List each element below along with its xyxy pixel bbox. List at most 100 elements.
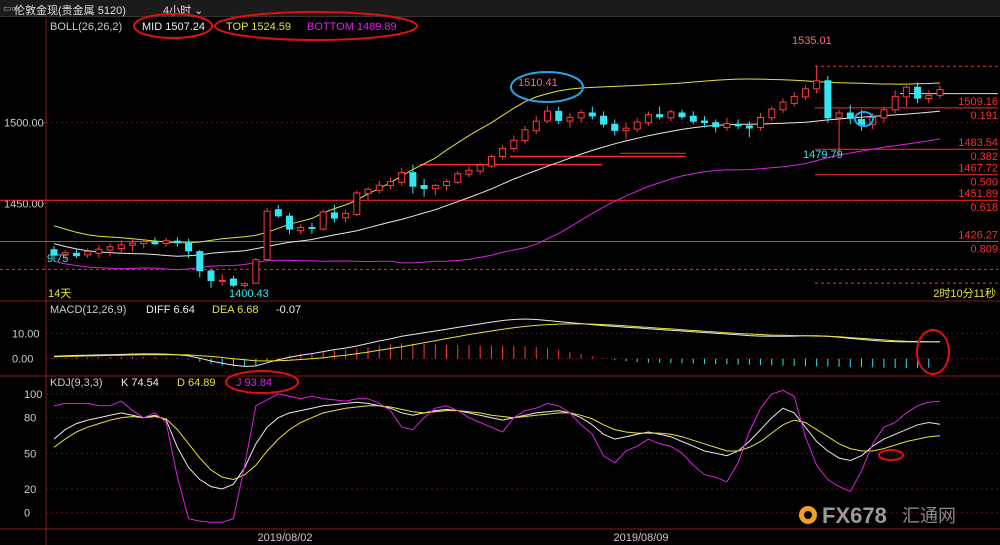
fib-ratio-label: 0.618 bbox=[970, 202, 998, 214]
kdj-j-label: J 93.84 bbox=[236, 377, 272, 389]
boll-bottom-label: BOTTOM 1489.89 bbox=[307, 21, 397, 33]
left-partial-label: 9.75 bbox=[47, 253, 68, 265]
logo-icon-core bbox=[804, 511, 812, 519]
candle bbox=[555, 110, 563, 121]
candle bbox=[801, 88, 809, 98]
candle bbox=[431, 184, 439, 190]
macd-diff-line bbox=[53, 318, 941, 367]
candle bbox=[723, 123, 731, 129]
fib-price-label: 1451.89 bbox=[958, 188, 998, 200]
y-tick-label: 1500.00 bbox=[4, 118, 44, 130]
kdj-k-line bbox=[53, 401, 941, 490]
highlight-ellipse bbox=[878, 449, 904, 461]
candle bbox=[633, 121, 641, 130]
watermark-cn-text: 汇通网 bbox=[902, 506, 956, 527]
candle bbox=[925, 94, 933, 99]
candle bbox=[712, 122, 720, 128]
countdown-label: 2时10分11秒 bbox=[933, 286, 996, 300]
candle bbox=[656, 114, 664, 118]
candle bbox=[151, 241, 159, 245]
candle bbox=[914, 86, 922, 99]
candle bbox=[420, 185, 428, 189]
candle bbox=[891, 95, 899, 111]
candle bbox=[140, 240, 148, 245]
y-tick-label: 0.00 bbox=[12, 354, 33, 366]
boll-name-label: BOLL(26,26,2) bbox=[50, 21, 122, 33]
candle bbox=[398, 172, 406, 183]
kdj-name-label: KDJ(9,3,3) bbox=[50, 377, 103, 389]
candle bbox=[768, 108, 776, 119]
candle bbox=[173, 240, 181, 244]
candle bbox=[499, 147, 507, 158]
kdj-k-label: K 74.54 bbox=[121, 377, 159, 389]
candle bbox=[902, 86, 910, 98]
high-price-label: 1535.01 bbox=[792, 35, 832, 47]
candle bbox=[241, 283, 249, 286]
candle bbox=[330, 212, 338, 219]
candle bbox=[846, 112, 854, 119]
candle bbox=[880, 109, 888, 119]
candle bbox=[129, 242, 137, 246]
candle bbox=[218, 279, 226, 282]
watermark-logo: FX678 汇通网 bbox=[799, 503, 956, 528]
candle bbox=[454, 173, 462, 183]
candle bbox=[319, 211, 327, 230]
candle bbox=[263, 210, 271, 261]
candle bbox=[700, 120, 708, 124]
swing-high-label: 1510.41 bbox=[518, 77, 558, 89]
candle bbox=[84, 251, 92, 256]
candle bbox=[342, 212, 350, 219]
fib-ratio-label: 0.809 bbox=[970, 244, 998, 256]
candle bbox=[274, 209, 282, 217]
kdj-j-line bbox=[53, 389, 941, 523]
low-price-label: 1479.79 bbox=[803, 149, 843, 161]
candle bbox=[207, 270, 215, 281]
candle bbox=[600, 115, 608, 125]
candle bbox=[487, 156, 495, 167]
fib-price-label: 1426.27 bbox=[958, 230, 998, 242]
candle bbox=[543, 110, 551, 122]
fib-price-label: 1509.16 bbox=[958, 96, 998, 108]
highlight-ellipse bbox=[916, 329, 950, 375]
candle bbox=[106, 246, 114, 251]
macd-dea-label: DEA 6.68 bbox=[212, 304, 258, 316]
boll-mid-line bbox=[53, 110, 941, 257]
candle bbox=[162, 240, 170, 245]
chart-canvas: 1450.001500.001509.160.1911483.540.38214… bbox=[0, 11, 1000, 545]
candle bbox=[229, 278, 237, 286]
candle bbox=[757, 117, 765, 129]
boll-top-label: TOP 1524.59 bbox=[226, 21, 291, 33]
x-tick-label: 2019/08/09 bbox=[613, 532, 668, 544]
candle bbox=[790, 95, 798, 104]
candle bbox=[510, 139, 518, 149]
candle bbox=[813, 80, 821, 90]
candle bbox=[835, 112, 843, 119]
fib-price-label: 1467.72 bbox=[958, 163, 998, 175]
days-label: 14天 bbox=[48, 288, 71, 300]
fib-price-label: 1483.54 bbox=[958, 137, 998, 149]
candle bbox=[588, 112, 596, 117]
candle bbox=[577, 112, 585, 119]
candle bbox=[566, 116, 574, 122]
candle bbox=[532, 120, 540, 132]
candle bbox=[689, 115, 697, 122]
candle bbox=[252, 259, 260, 284]
candle bbox=[95, 248, 103, 254]
macd-diff-label: DIFF 6.64 bbox=[146, 304, 195, 316]
candle bbox=[611, 123, 619, 131]
candle bbox=[196, 251, 204, 272]
candle bbox=[745, 125, 753, 129]
y-tick-label: 20 bbox=[24, 484, 36, 496]
candle bbox=[364, 188, 372, 195]
candle bbox=[678, 112, 686, 118]
chart-window: ▭▭ 伦敦金现(贵金属 5120) 4小时 ⌄ 1450.00 1500.00 15… bbox=[0, 0, 1000, 545]
candle bbox=[297, 226, 305, 232]
candle bbox=[779, 101, 787, 111]
candle bbox=[465, 169, 473, 175]
candle bbox=[117, 244, 125, 249]
candle bbox=[353, 192, 361, 216]
fib-ratio-label: 0.500 bbox=[970, 177, 998, 189]
candle bbox=[308, 226, 316, 229]
candle bbox=[72, 252, 80, 257]
candle bbox=[667, 111, 675, 119]
